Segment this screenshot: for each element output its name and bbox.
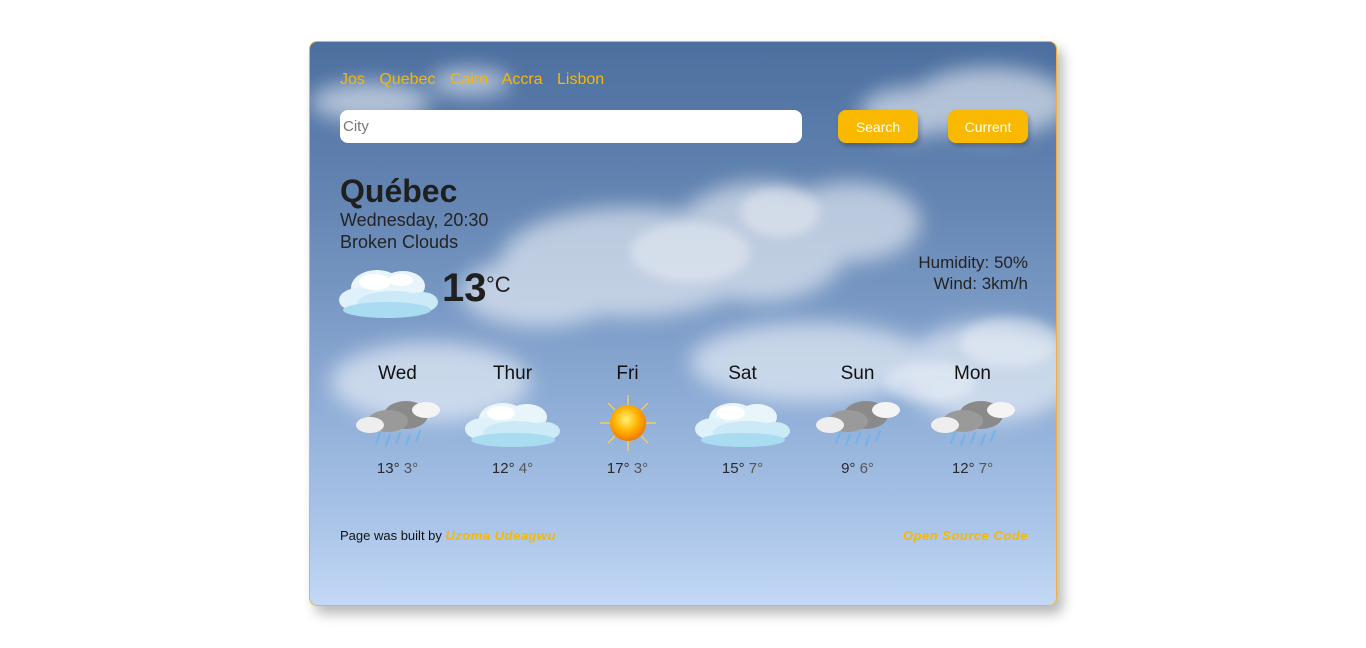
cloud-icon (695, 403, 790, 447)
search-button[interactable]: Search (838, 110, 918, 143)
forecast-day-name: Wed (378, 363, 417, 384)
current-location-button[interactable]: Current (948, 110, 1028, 143)
forecast-temps: 13° 3° (340, 460, 455, 477)
forecast-temps: 12° 7° (915, 460, 1030, 477)
forecast-day: Thur 12° 4° (455, 363, 570, 483)
forecast-high: 9° (841, 460, 856, 477)
forecast-temps: 17° 3° (570, 460, 685, 477)
forecast-day-name: Sun (840, 363, 875, 384)
forecast-temps: 12° 4° (455, 460, 570, 477)
forecast-high: 12° (951, 460, 975, 477)
temperature-unit-toggle[interactable]: °C (486, 272, 511, 298)
weather-description: Broken Clouds (340, 232, 459, 252)
weather-card: Jos Quebec Cairo Accra Lisbon Search Cur… (309, 41, 1057, 606)
forecast-day: Mon 12° 7° (915, 363, 1030, 483)
city-link-accra[interactable]: Accra (502, 71, 543, 88)
forecast-temps: 15° 7° (685, 460, 800, 477)
cloud-icon (465, 403, 560, 447)
rain-cloud-icon (816, 401, 900, 446)
forecast-day-name: Thur (492, 363, 533, 384)
weather-content: Jos Quebec Cairo Accra Lisbon Search Cur… (310, 42, 1056, 605)
city-name: Québec (340, 173, 458, 209)
humidity: Humidity: 50% (918, 253, 1028, 272)
sun-icon (600, 395, 656, 451)
forecast-low: 3° (403, 460, 419, 477)
forecast-day-name: Mon (954, 363, 991, 384)
city-link-quebec[interactable]: Quebec (379, 71, 435, 88)
wind-speed: Wind: 3km/h (933, 274, 1028, 293)
source-code-link[interactable]: Open Source Code (903, 528, 1028, 543)
forecast-high: 15° (721, 460, 745, 477)
forecast-day: Sat 15° 7° (685, 363, 800, 483)
forecast-high: 12° (491, 460, 515, 477)
forecast-high: 13° (376, 460, 400, 477)
forecast-low: 7° (978, 460, 994, 477)
forecast-low: 3° (633, 460, 649, 477)
forecast-low: 4° (518, 460, 534, 477)
forecast-low: 7° (748, 460, 764, 477)
current-temperature: 13 (442, 266, 487, 310)
forecast-day: Wed 13° 3° (340, 363, 455, 483)
city-link-cairo[interactable]: Cairo (450, 71, 488, 88)
footer-credit-prefix: Page was built by (340, 528, 442, 543)
rain-cloud-icon (356, 401, 440, 446)
author-link[interactable]: Uzoma Udeagwu (446, 528, 557, 543)
city-link-jos[interactable]: Jos (340, 71, 365, 88)
forecast-high: 17° (606, 460, 630, 477)
forecast-low: 6° (859, 460, 874, 477)
date-time: Wednesday, 20:30 (340, 210, 489, 230)
forecast-day-name: Fri (616, 363, 639, 384)
forecast-day: Fri 17° 3° (570, 363, 685, 483)
city-link-lisbon[interactable]: Lisbon (557, 71, 604, 88)
forecast-day-name: Sat (728, 363, 757, 384)
rain-cloud-icon (931, 401, 1015, 446)
footer-credit: Page was built by Uzoma Udeagwu (340, 528, 556, 543)
quick-city-links: Jos Quebec Cairo Accra Lisbon (340, 71, 614, 89)
forecast-temps: 9° 6° (800, 460, 915, 477)
city-search-input[interactable] (340, 110, 802, 143)
broken-clouds-icon (339, 270, 438, 318)
forecast-day: Sun 9° 6° (800, 363, 915, 483)
forecast: Wed 13° 3° Thur 12° 4° Fri 17° 3° Sat 15… (340, 363, 1028, 483)
